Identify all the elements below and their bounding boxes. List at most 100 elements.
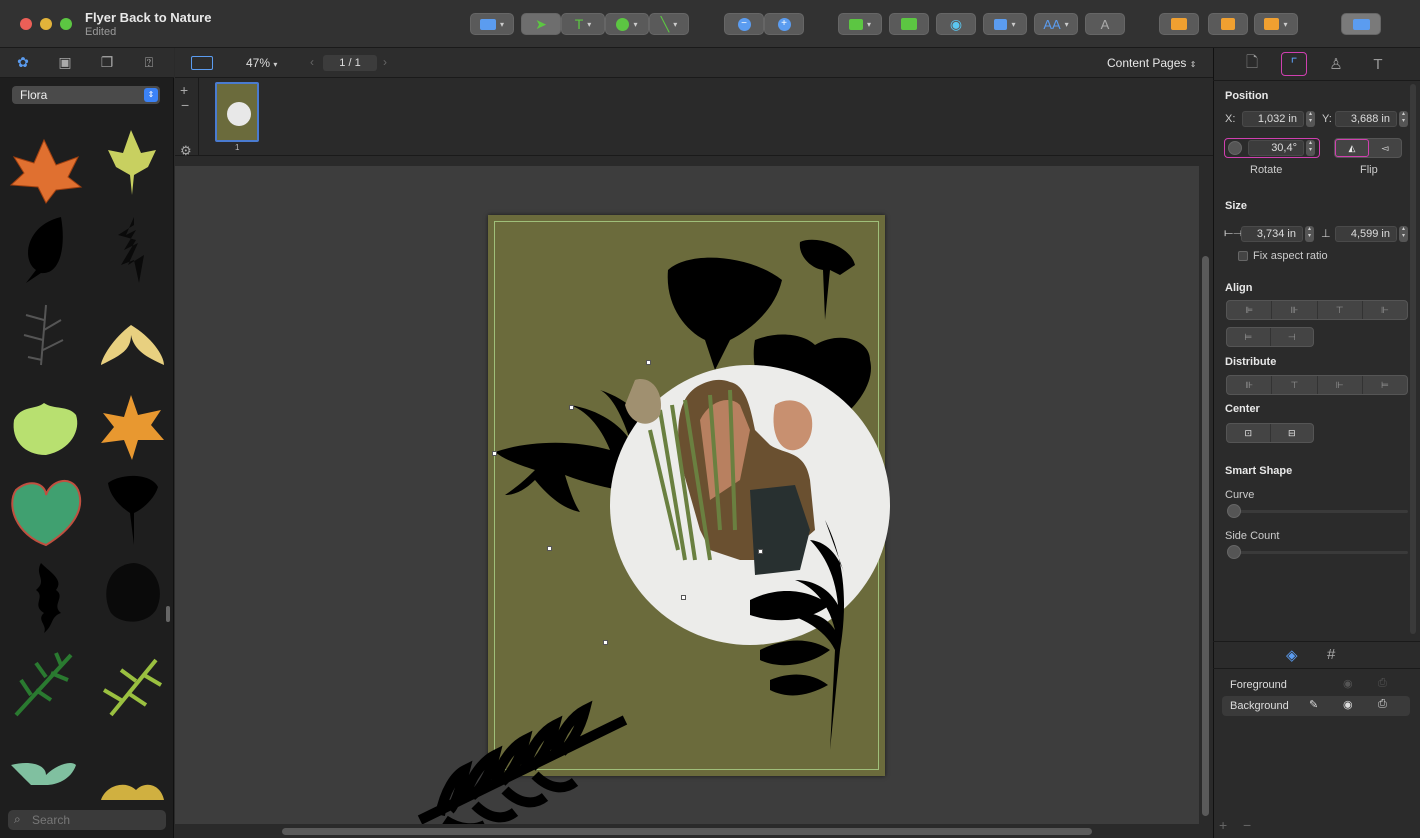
library-item-green-branch[interactable] <box>14 652 73 717</box>
pointer-tool[interactable]: ➤ <box>521 13 561 35</box>
remove-page-icon[interactable]: − <box>181 97 189 113</box>
print-icon[interactable]: ⎙ <box>1378 698 1387 711</box>
zoom-out-button[interactable]: − <box>724 13 764 35</box>
side-count-slider[interactable] <box>1234 551 1408 554</box>
selection-handle[interactable] <box>547 546 552 551</box>
page-indicator[interactable]: 1 / 1 <box>323 55 377 71</box>
library-item-two-leaves[interactable] <box>11 763 76 785</box>
layers-icon[interactable]: ◈ <box>1286 646 1298 664</box>
vertical-scrollbar[interactable] <box>1200 166 1213 824</box>
inspector-scrollbar[interactable] <box>1410 84 1416 634</box>
library-item-lettuce[interactable] <box>13 403 78 455</box>
library-item-oak-leaf[interactable] <box>36 563 61 633</box>
preview-button[interactable]: ◉ <box>936 13 976 35</box>
side-count-slider-knob[interactable] <box>1227 545 1241 559</box>
library-scroll-thumb[interactable] <box>166 606 170 622</box>
curve-slider[interactable] <box>1234 510 1408 513</box>
width-stepper[interactable]: ▴ ▾ <box>1305 226 1314 242</box>
flip-vertical-icon[interactable]: ◅ <box>1369 139 1401 157</box>
eye-icon[interactable]: ◉ <box>1343 677 1353 690</box>
style-tab-icon[interactable]: ♙ <box>1323 52 1349 76</box>
y-field[interactable]: 3,688 in <box>1335 111 1397 127</box>
text-tool[interactable]: T ▾ <box>561 13 605 35</box>
zoom-button[interactable] <box>60 18 72 30</box>
align-top-icon[interactable]: ⊤ <box>1318 301 1363 319</box>
table-button[interactable] <box>1159 13 1199 35</box>
window-button[interactable] <box>1341 13 1381 35</box>
flyer-artwork[interactable] <box>410 230 910 830</box>
y-stepper[interactable]: ▴ ▾ <box>1399 111 1408 127</box>
text-tab-icon[interactable]: T <box>1365 52 1391 76</box>
library-item-green-heart-leaf[interactable] <box>11 480 82 547</box>
eye-icon[interactable]: ◉ <box>1343 698 1353 711</box>
document-tab-icon[interactable]: 🗋 <box>1239 52 1265 76</box>
line-tool[interactable]: ╲ ▾ <box>649 13 689 35</box>
pencil-icon[interactable]: ✎ <box>1309 698 1318 711</box>
print-button[interactable] <box>889 13 929 35</box>
rotate-field[interactable]: 30,4° <box>1248 140 1304 156</box>
contact-button[interactable]: ▾ <box>1254 13 1298 35</box>
calendar-button[interactable] <box>1208 13 1248 35</box>
distribute-left-icon[interactable]: ⊪ <box>1227 376 1273 394</box>
horizontal-scroll-thumb[interactable] <box>282 828 1092 835</box>
selection-handle[interactable] <box>603 640 608 645</box>
fix-aspect-checkbox[interactable] <box>1238 251 1248 261</box>
library-item-seed-pod[interactable] <box>101 325 164 365</box>
shapes-icon[interactable]: ✿ <box>13 52 33 72</box>
selection-handle[interactable] <box>569 405 574 410</box>
close-button[interactable] <box>20 18 32 30</box>
library-item-black-leaf[interactable] <box>26 217 63 283</box>
flip-horizontal-icon[interactable]: ◭ <box>1335 139 1369 157</box>
grid-icon[interactable]: # <box>1327 646 1335 663</box>
vertical-scroll-thumb[interactable] <box>1202 256 1209 816</box>
height-field[interactable]: 4,599 in <box>1335 226 1397 242</box>
library-item-maple-leaf[interactable] <box>9 138 83 204</box>
selection-handle[interactable] <box>758 549 763 554</box>
selection-handle[interactable] <box>681 595 686 600</box>
font-button[interactable]: A <box>1085 13 1125 35</box>
view-mode-select[interactable]: Content Pages ⇕ <box>1107 56 1196 70</box>
category-select[interactable]: Flora ⇕ <box>12 86 160 104</box>
align-right-icon[interactable]: ⊩ <box>1363 301 1407 319</box>
library-item-orange-maple[interactable] <box>101 395 164 460</box>
distribute-middle-icon[interactable]: ⊨ <box>1363 376 1407 394</box>
library-item-yellow-branch[interactable] <box>102 658 163 717</box>
x-stepper[interactable]: ▴ ▾ <box>1306 111 1315 127</box>
page-thumbnail[interactable] <box>215 82 259 142</box>
align-middle-icon[interactable]: ⊨ <box>1227 328 1271 346</box>
text-style-button[interactable]: AA ▾ <box>1034 13 1078 35</box>
layout-button[interactable]: ▾ <box>470 13 514 35</box>
add-layer-icon[interactable]: + <box>1219 817 1227 833</box>
text-icon[interactable]: ⍰ <box>139 52 159 72</box>
library-item-berries[interactable] <box>101 784 164 800</box>
remove-layer-icon[interactable]: − <box>1243 817 1251 833</box>
align-center-icon[interactable]: ⊪ <box>1272 301 1318 319</box>
selection-handle[interactable] <box>646 360 651 365</box>
rotate-stepper[interactable]: ▴ ▾ <box>1306 140 1315 156</box>
horizontal-scrollbar[interactable] <box>175 824 1199 838</box>
align-left-icon[interactable]: ⊫ <box>1227 301 1273 319</box>
page-view-icon[interactable] <box>191 56 213 70</box>
print-icon[interactable]: ⎙ <box>1378 677 1387 690</box>
library-item-yellow-leaf[interactable] <box>108 130 156 195</box>
insert-image-button[interactable]: ▾ <box>838 13 882 35</box>
arrange-tab-icon[interactable]: ⌜ <box>1281 52 1307 76</box>
x-field[interactable]: 1,032 in <box>1242 111 1304 127</box>
zoom-level[interactable]: 47% ▾ <box>246 56 277 70</box>
center-horizontal-icon[interactable]: ⊡ <box>1227 424 1271 442</box>
library-item-round-leaf[interactable] <box>106 563 160 622</box>
selection-handle[interactable] <box>492 451 497 456</box>
distribute-top-icon[interactable]: ⊤ <box>1272 376 1318 394</box>
next-page-icon[interactable]: › <box>383 55 387 69</box>
curve-slider-knob[interactable] <box>1227 504 1241 518</box>
distribute-center-icon[interactable]: ⊩ <box>1318 376 1363 394</box>
library-search-field[interactable]: Search <box>8 810 166 830</box>
library-item-grey-fern[interactable] <box>23 304 64 366</box>
gear-icon[interactable]: ⚙ <box>180 143 192 159</box>
rotate-knob[interactable] <box>1228 141 1242 155</box>
zoom-in-button[interactable]: + <box>764 13 804 35</box>
palm-frond-bottom[interactable] <box>417 700 628 830</box>
images-icon[interactable]: ▣ <box>55 52 75 72</box>
library-item-black-fern[interactable] <box>118 217 144 283</box>
previous-page-icon[interactable]: ‹ <box>310 55 314 69</box>
